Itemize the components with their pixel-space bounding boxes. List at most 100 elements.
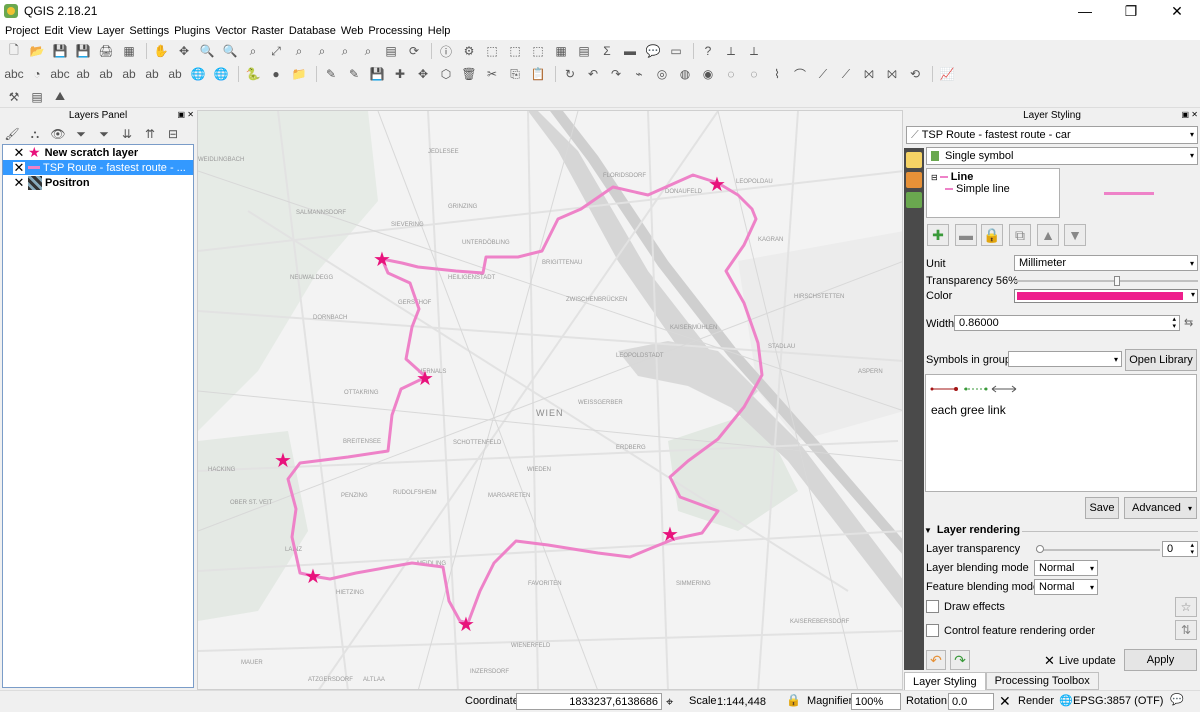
refresh-icon[interactable]: ⟳: [404, 42, 424, 60]
edits-icon[interactable]: ✎: [321, 65, 341, 83]
layer-row-tsp-route[interactable]: ✕ TSP Route - fastest route - ...: [3, 160, 193, 175]
filter-legend-icon[interactable]: ⏷: [71, 125, 91, 143]
remove-layer-icon[interactable]: ⊟: [163, 125, 183, 143]
move-feature-icon[interactable]: ✥: [413, 65, 433, 83]
node-tool-icon[interactable]: ⬡: [436, 65, 456, 83]
map-canvas[interactable]: WEIDLINGBACH JEDLESEE LEOPOLDAU FLORIDSD…: [197, 110, 903, 690]
crs-status[interactable]: EPSG:3857 (OTF): [1073, 695, 1163, 707]
advanced-button[interactable]: Advanced ▾: [1124, 497, 1197, 519]
paste-features-icon[interactable]: 📋: [528, 65, 548, 83]
lock-layer-button[interactable]: 🔒: [981, 224, 1003, 246]
plugin-c-icon[interactable]: ⛰: [50, 88, 70, 106]
map-tips-icon[interactable]: 💬: [643, 42, 663, 60]
coordinate-field[interactable]: 1833237,6138686: [516, 693, 662, 710]
pan-map-icon[interactable]: ✋: [151, 42, 171, 60]
text-annotation-icon[interactable]: ▭: [666, 42, 686, 60]
diagrams-tab-icon[interactable]: [906, 172, 922, 188]
select-features-icon[interactable]: ⬚: [482, 42, 502, 60]
menu-web[interactable]: Web: [341, 25, 368, 37]
delete-ring-icon[interactable]: ◌: [721, 65, 741, 83]
zoom-selection-icon[interactable]: ⌕: [289, 42, 309, 60]
plugin-b-icon[interactable]: ▤: [27, 88, 47, 106]
zoom-last-icon[interactable]: ⌕: [335, 42, 355, 60]
layer-visibility-checkbox[interactable]: ✕: [13, 146, 25, 159]
live-update-checkbox[interactable]: ✕: [1044, 653, 1055, 669]
symbol-tree-child[interactable]: Simple line: [945, 183, 1010, 195]
label-tool-icon[interactable]: abc: [4, 65, 24, 83]
layer-row-scratch[interactable]: ✕ ★ New scratch layer: [3, 145, 193, 160]
render-checkbox[interactable]: ✕: [999, 693, 1011, 710]
live-update-toggle[interactable]: ✕ Live update: [1044, 653, 1116, 669]
symbol-thumbnails[interactable]: [930, 379, 1030, 399]
layer-transparency-spinbox[interactable]: 0 ▴ ▾: [1162, 541, 1198, 557]
lock-scale-icon[interactable]: 🔒: [786, 693, 801, 707]
toggle-editing-icon[interactable]: ✎: [344, 65, 364, 83]
panel-float-close-icon[interactable]: ▣ ✕: [178, 110, 194, 119]
layer-visibility-checkbox[interactable]: ✕: [13, 176, 25, 189]
layer-row-positron[interactable]: ✕ Positron: [3, 175, 193, 190]
collapse-all-icon[interactable]: ⇈: [140, 125, 160, 143]
label-change-icon[interactable]: ab: [142, 65, 162, 83]
renderer-combo[interactable]: Single symbol ▾: [926, 147, 1198, 165]
move-down-button[interactable]: ▼: [1064, 224, 1086, 246]
labels-tab-icon[interactable]: [906, 152, 922, 168]
scale-combo[interactable]: 1:144,448: [714, 693, 784, 710]
menu-edit[interactable]: Edit: [44, 25, 68, 37]
move-up-button[interactable]: ▲: [1037, 224, 1059, 246]
run-action-icon[interactable]: ⚙: [459, 42, 479, 60]
add-feature-icon[interactable]: ✚: [390, 65, 410, 83]
map-svg[interactable]: WEIDLINGBACH JEDLESEE LEOPOLDAU FLORIDSD…: [198, 111, 903, 690]
rotate-icon[interactable]: ↻: [560, 65, 580, 83]
expand-all-icon[interactable]: ⇊: [117, 125, 137, 143]
merge-features-icon[interactable]: ⨝: [859, 65, 879, 83]
redo-icon[interactable]: ↷: [606, 65, 626, 83]
messages-icon[interactable]: 💬: [1170, 693, 1184, 706]
close-button[interactable]: ✕: [1154, 0, 1200, 22]
menu-layer[interactable]: Layer: [97, 25, 130, 37]
rotation-spinbox[interactable]: 0.0: [948, 693, 994, 710]
menu-vector[interactable]: Vector: [215, 25, 251, 37]
label-highlight-icon[interactable]: ab: [165, 65, 185, 83]
transparency-handle[interactable]: [1114, 276, 1120, 286]
menu-processing[interactable]: Processing: [368, 25, 427, 37]
add-ring-icon[interactable]: ◎: [652, 65, 672, 83]
rotate-symbols-icon[interactable]: ⟲: [905, 65, 925, 83]
fill-ring-icon[interactable]: ◉: [698, 65, 718, 83]
help-icon[interactable]: ?: [698, 42, 718, 60]
crs-globe-icon[interactable]: 🌐: [1059, 694, 1073, 707]
delete-selected-icon[interactable]: 🗑: [459, 65, 479, 83]
label-move-icon[interactable]: ab: [96, 65, 116, 83]
diagram-icon[interactable]: ◔: [27, 65, 47, 83]
restore-button[interactable]: ❐: [1108, 0, 1154, 22]
menu-plugins[interactable]: Plugins: [174, 25, 215, 37]
select-by-value-icon[interactable]: ⬚: [505, 42, 525, 60]
split-features-icon[interactable]: ⟋: [813, 65, 833, 83]
reshape-icon[interactable]: ⌇: [767, 65, 787, 83]
add-symbol-layer-button[interactable]: ✚: [927, 224, 949, 246]
menu-raster[interactable]: Raster: [251, 25, 288, 37]
history-tab-icon[interactable]: [906, 192, 922, 208]
coordinate-toggle-icon[interactable]: ⌖: [666, 694, 673, 710]
offset-curve-icon[interactable]: ⌒: [790, 65, 810, 83]
symbol-tree-root[interactable]: ⊟ Line: [931, 171, 973, 183]
pan-to-selection-icon[interactable]: ✥: [174, 42, 194, 60]
control-order-checkbox[interactable]: [926, 624, 939, 637]
merge-attributes-icon[interactable]: ⨝: [882, 65, 902, 83]
unit-combo[interactable]: Millimeter ▾: [1014, 255, 1198, 271]
measure-icon[interactable]: ▬: [620, 42, 640, 60]
color-button[interactable]: ▾: [1014, 289, 1198, 303]
menu-settings[interactable]: Settings: [129, 25, 174, 37]
globe2-icon[interactable]: 🌐: [211, 65, 231, 83]
zoom-full-icon[interactable]: ⤢: [266, 42, 286, 60]
print-composer-icon[interactable]: 🖨: [96, 42, 116, 60]
feature-blending-combo[interactable]: Normal ▾: [1034, 579, 1098, 595]
tab-layer-styling[interactable]: Layer Styling: [904, 672, 986, 690]
label-pin-icon[interactable]: abc: [50, 65, 70, 83]
zoom-actual-icon[interactable]: ⌕: [243, 42, 263, 60]
menu-help[interactable]: Help: [428, 25, 456, 37]
add-part-icon[interactable]: ◍: [675, 65, 695, 83]
attribute-table-icon[interactable]: ▦: [551, 42, 571, 60]
undo-icon[interactable]: ↶: [583, 65, 603, 83]
redo-style-icon[interactable]: ↷: [950, 650, 970, 670]
composer-manager-icon[interactable]: ▦: [119, 42, 139, 60]
